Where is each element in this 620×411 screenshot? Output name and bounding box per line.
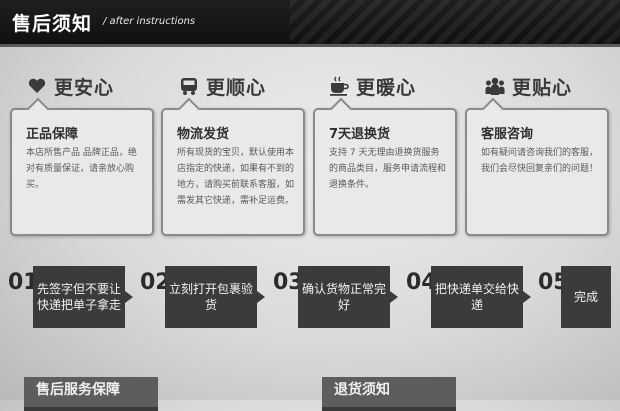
header-bar: 售后须知 / after instructions: [0, 0, 620, 47]
group-icon: [484, 75, 506, 97]
tab-label: 售后服务保障: [36, 382, 120, 398]
category-label: 更暖心: [356, 76, 417, 99]
step-arrow: [257, 291, 265, 303]
box-title: 客服咨询: [481, 127, 534, 142]
box-body: 所有现货的宝贝，默认使用本店指定的快递，如果有不到的地方，请购买前联系客服，如需…: [177, 148, 295, 206]
step-box: 立刻打开包裹验货: [165, 266, 257, 328]
step-arrow: [523, 291, 531, 303]
tab-after-sales-guarantee[interactable]: 售后服务保障: [24, 377, 158, 411]
bus-icon: [178, 75, 200, 97]
heart-icon: [26, 75, 48, 97]
category-shunxin: 更顺心: [178, 74, 267, 99]
category-label: 更顺心: [206, 76, 267, 99]
box-title: 正品保障: [26, 127, 79, 142]
tab-return-notice[interactable]: 退货须知: [322, 377, 456, 411]
info-box-returns: 7天退换货 支持 7 天无理由退换货服务的商品类目，服务申请流程和退换条件。: [313, 97, 457, 236]
box-body: 支持 7 天无理由退换货服务的商品类目，服务申请流程和退换条件。: [329, 148, 447, 190]
step-box: 确认货物正常完好: [298, 266, 390, 328]
page-title: 售后须知: [12, 13, 93, 35]
category-tiexin: 更贴心: [484, 74, 573, 99]
box-body: 本店所售产品 品牌正品，绝对有质量保证，请亲放心购买。: [26, 148, 137, 190]
category-nuanxin: 更暖心: [328, 74, 417, 99]
box-pointer: [481, 97, 505, 121]
box-body: 如有疑问请咨询我们的客服，我们会尽快回复亲们的问题！: [481, 148, 599, 174]
tab-underline: [322, 407, 456, 411]
box-title: 物流发货: [177, 127, 230, 142]
category-label: 更安心: [54, 76, 115, 99]
info-box-service: 客服咨询 如有疑问请咨询我们的客服，我们会尽快回复亲们的问题！: [465, 97, 609, 236]
category-label: 更贴心: [512, 76, 573, 99]
header-stripes: [290, 0, 620, 44]
coffee-cup-icon: [328, 75, 350, 97]
step-box: 先签字但不要让快递把单子拿走: [33, 266, 125, 328]
category-anxin: 更安心: [26, 74, 115, 99]
info-box-authentic: 正品保障 本店所售产品 品牌正品，绝对有质量保证，请亲放心购买。: [10, 97, 154, 236]
step-arrow: [125, 291, 133, 303]
box-title: 7天退换货: [329, 127, 391, 142]
step-arrow: [390, 291, 398, 303]
tab-underline: [24, 407, 158, 411]
step-box-final: 完成: [561, 266, 611, 328]
box-pointer: [26, 97, 50, 121]
tab-label: 退货须知: [334, 382, 390, 398]
step-box: 把快递单交给快递: [431, 266, 523, 328]
box-pointer: [329, 97, 353, 121]
info-box-shipping: 物流发货 所有现货的宝贝，默认使用本店指定的快递，如果有不到的地方，请购买前联系…: [161, 97, 305, 236]
box-pointer: [177, 97, 201, 121]
page-subtitle: / after instructions: [103, 16, 196, 27]
